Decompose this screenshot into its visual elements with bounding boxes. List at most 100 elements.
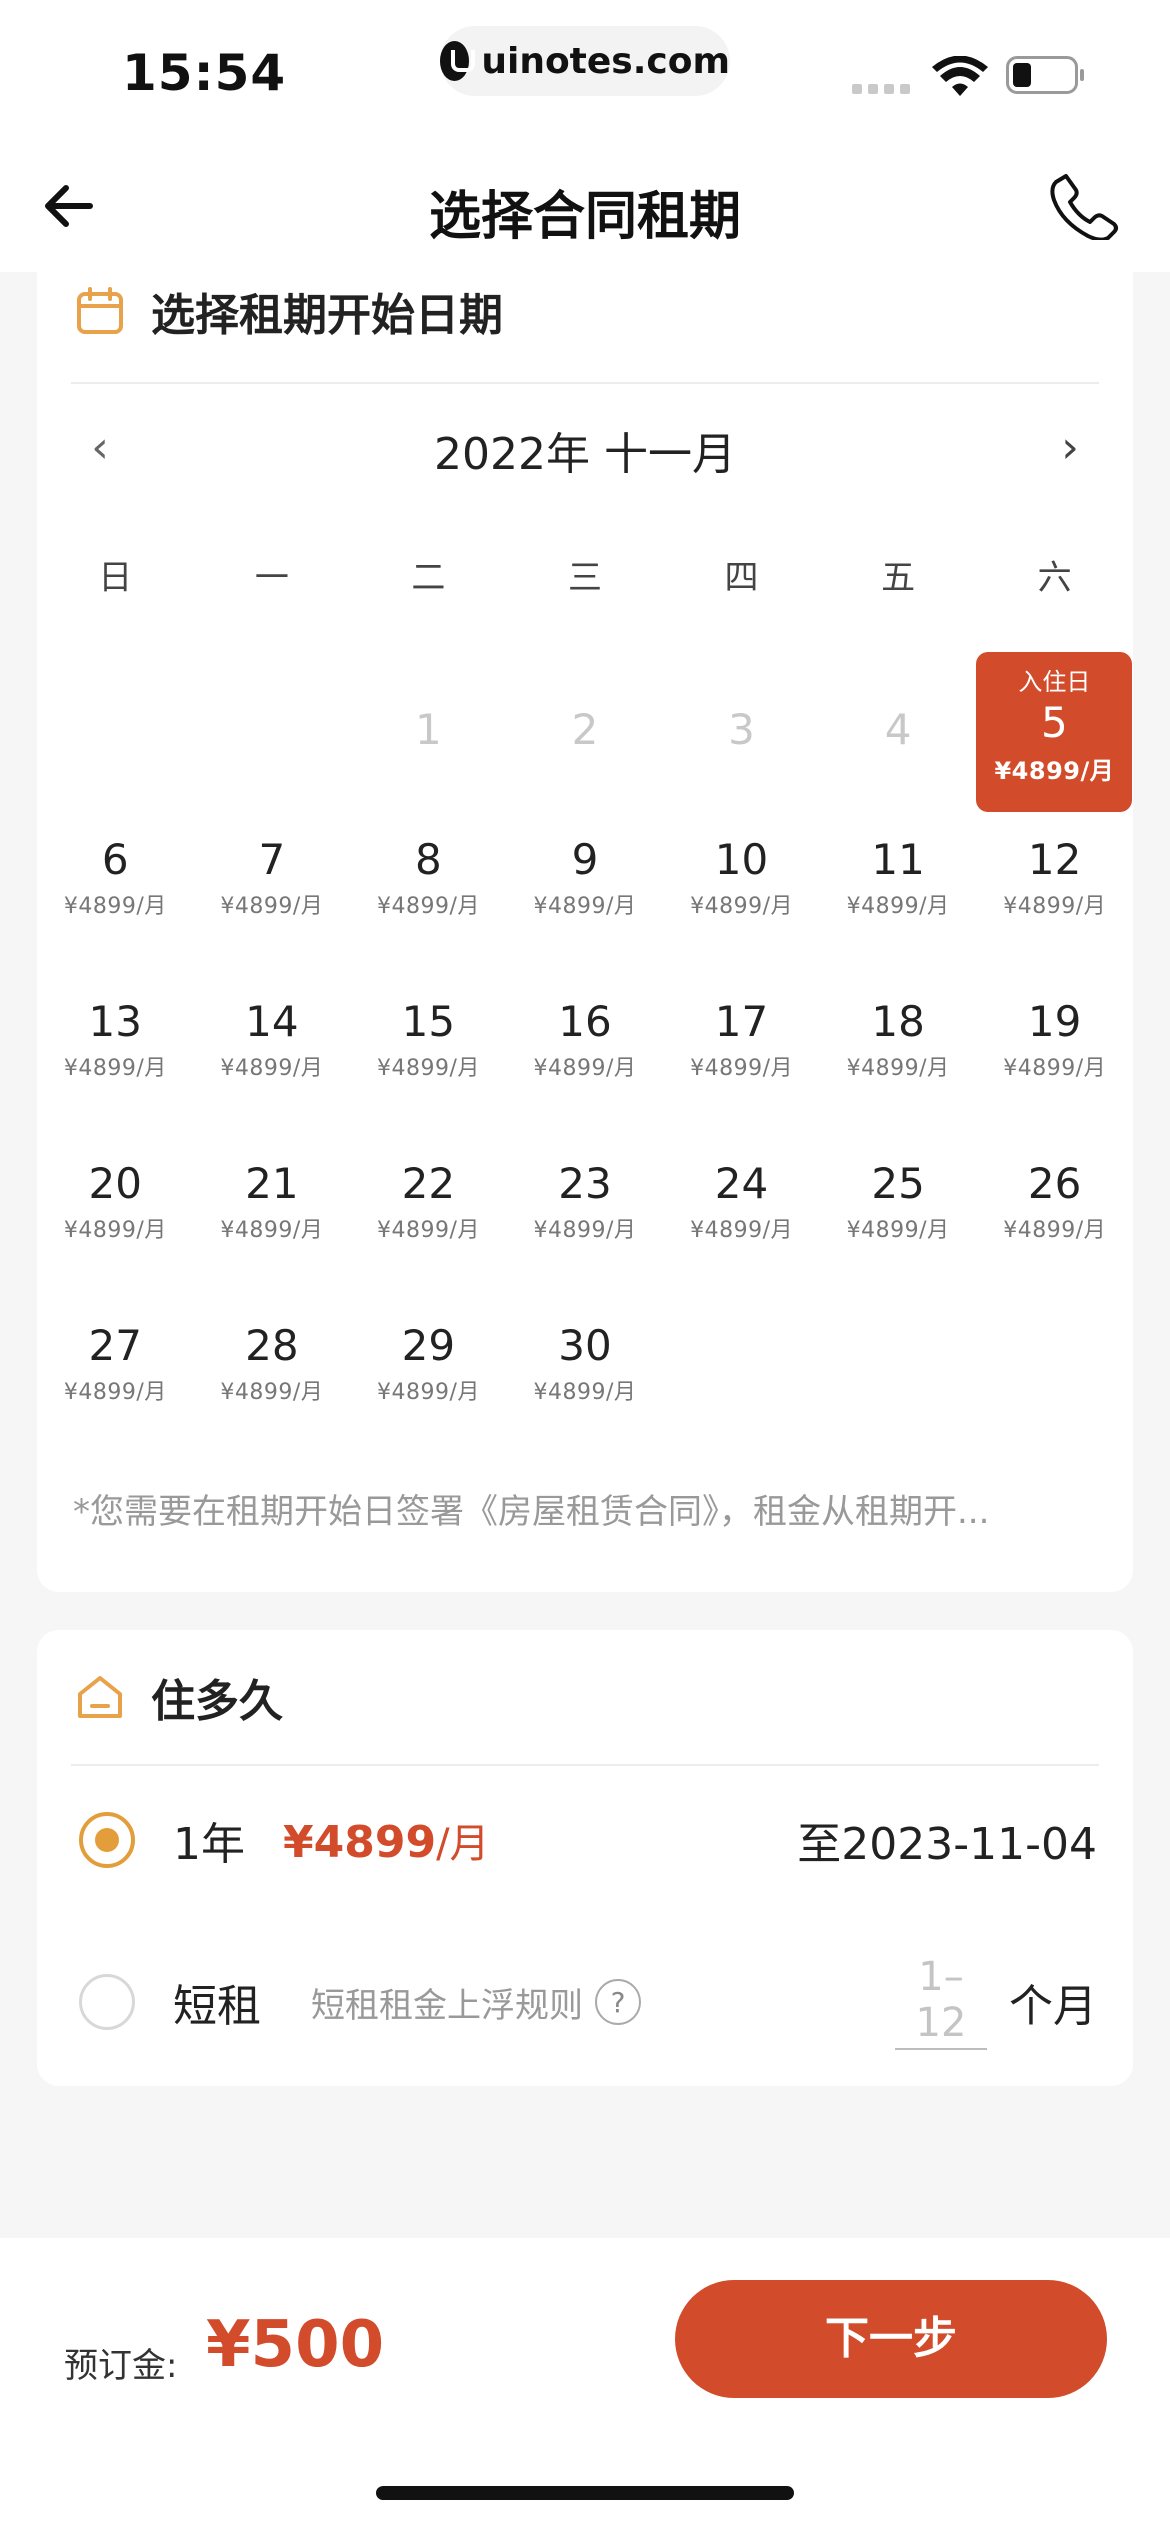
day-number: 11 [871,835,925,884]
radio-checked-icon[interactable] [79,1812,135,1868]
short-term-option[interactable]: 短租 短租租金上浮规则 ? 1–12 个月 [37,1942,1133,2062]
day-cell[interactable]: 16 ¥4899/月 [507,976,664,1138]
day-cell[interactable]: 21 ¥4899/月 [194,1138,351,1300]
day-cell[interactable]: 24 ¥4899/月 [663,1138,820,1300]
empty-day-cell [37,652,194,814]
weekday-label: 五 [881,558,916,598]
short-term-rule-link[interactable]: 短租租金上浮规则 ? [311,1978,641,2027]
day-price: ¥4899/月 [690,1218,793,1243]
day-number: 21 [245,1159,299,1208]
months-input[interactable]: 1–12 [895,1954,987,2050]
duration-card-header: 住多久 [71,1630,1099,1766]
day-cell[interactable]: 29 ¥4899/月 [350,1300,507,1462]
house-icon [78,1676,122,1718]
day-cell[interactable]: 6 ¥4899/月 [37,814,194,976]
day-price: ¥4899/月 [220,1056,324,1081]
day-cell[interactable]: 13 ¥4899/月 [37,976,194,1138]
deposit-label: 预订金: [64,2346,178,2386]
day-cell[interactable]: 11 ¥4899/月 [820,814,977,976]
day-number: 24 [714,1159,769,1208]
day-number: 6 [101,835,129,884]
day-price: ¥4899/月 [63,894,167,919]
next-step-button[interactable]: 下一步 [675,2280,1107,2398]
disabled-day-cell: 4 [820,652,977,814]
one-year-option[interactable]: 1年 ¥4899/月 至2023-11-04 [37,1780,1133,1900]
radio-unchecked-icon[interactable] [79,1974,135,2030]
day-cell[interactable]: 12 ¥4899/月 [976,814,1133,976]
day-cell[interactable]: 22 ¥4899/月 [350,1138,507,1300]
day-cell[interactable]: 26 ¥4899/月 [976,1138,1133,1300]
month-label: 2022年 十一月 [434,429,736,480]
one-year-price-value: ¥4899 [283,1817,437,1868]
duration-section-title: 住多久 [151,1676,283,1727]
day-price: ¥4899/月 [376,1056,480,1081]
day-cell[interactable]: 14 ¥4899/月 [194,976,351,1138]
disabled-day-cell: 2 [507,652,664,814]
page-title: 选择合同租期 [428,187,741,247]
day-number: 12 [1027,835,1082,884]
lease-end-date: 至2023-11-04 [797,1819,1097,1870]
weekday-label: 日 [98,558,133,598]
day-number: 14 [245,997,299,1046]
day-price: ¥4899/月 [63,1380,167,1405]
next-month-button[interactable]: › [1045,420,1095,476]
day-cell[interactable]: 7 ¥4899/月 [194,814,351,976]
day-cell[interactable]: 30 ¥4899/月 [507,1300,664,1462]
day-cell[interactable]: 15 ¥4899/月 [350,976,507,1138]
day-price: ¥4899/月 [1003,894,1107,919]
home-indicator [376,2486,794,2500]
calendar-section-title: 选择租期开始日期 [151,290,503,341]
day-cell[interactable]: 20 ¥4899/月 [37,1138,194,1300]
day-number: 20 [88,1159,142,1208]
disabled-day-cell: 1 [350,652,507,814]
day-cell[interactable]: 18 ¥4899/月 [820,976,977,1138]
day-price: ¥4899/月 [533,1380,637,1405]
day-cell[interactable]: 8 ¥4899/月 [350,814,507,976]
weekday-label: 六 [1037,558,1072,598]
day-price: ¥4899/月 [63,1056,167,1081]
day-price: ¥4899/月 [220,894,324,919]
day-number: 3 [728,705,755,754]
month-selector: ‹ 2022年 十一月 › [37,408,1133,488]
empty-day-cell [194,652,351,814]
day-cell[interactable]: 10 ¥4899/月 [663,814,820,976]
contract-note: *您需要在租期开始日签署《房屋租赁合同》，租金从租期开... [73,1492,990,1532]
url-text: uinotes.com [481,40,730,82]
selected-day-cell[interactable]: 入住日 5 ¥4899/月 [976,652,1133,812]
day-price: ¥4899/月 [533,1056,637,1081]
day-number: 30 [558,1321,612,1370]
deposit-value: ¥500 [206,2308,385,2382]
day-cell[interactable]: 28 ¥4899/月 [194,1300,351,1462]
day-cell[interactable]: 19 ¥4899/月 [976,976,1133,1138]
one-year-price: ¥4899/月 [283,1811,490,1869]
help-icon[interactable]: ? [595,1979,641,2025]
day-number: 9 [571,835,599,884]
url-pill[interactable]: uinotes.com [440,26,730,96]
day-number: 4 [884,705,912,754]
day-number: 27 [88,1321,142,1370]
day-price: ¥4899/月 [690,894,793,919]
phone-icon[interactable] [1048,170,1120,242]
day-price: ¥4899/月 [220,1380,324,1405]
day-number: 10 [714,835,769,884]
day-number: 18 [871,997,925,1046]
day-price: ¥4899/月 [846,894,950,919]
day-price: ¥4899/月 [846,1218,950,1243]
day-cell[interactable]: 17 ¥4899/月 [663,976,820,1138]
day-number: 7 [258,835,286,884]
weekday-label: 二 [411,558,446,598]
day-number: 2 [571,705,599,754]
days-grid: 1 2 3 4 入住日 5 ¥4899/月 6 ¥4899/月 7 ¥4899/月 8 ¥4899/月 9… [37,652,1133,1462]
day-cell[interactable]: 27 ¥4899/月 [37,1300,194,1462]
day-cell[interactable]: 9 ¥4899/月 [507,814,664,976]
move-in-tag: 入住日 [1018,668,1091,696]
day-price: ¥4899/月 [846,1056,950,1081]
day-cell[interactable]: 23 ¥4899/月 [507,1138,664,1300]
calendar-card: 选择租期开始日期 ‹ 2022年 十一月 › 日 一 二 三 四 五 六 123… [37,240,1133,1592]
calendar-card-header: 选择租期开始日期 [71,240,1099,384]
day-number: 17 [714,997,769,1046]
day-number: 23 [558,1159,612,1208]
months-unit: 个月 [1009,1981,1097,2032]
day-cell[interactable]: 25 ¥4899/月 [820,1138,977,1300]
day-number: 26 [1027,1159,1082,1208]
